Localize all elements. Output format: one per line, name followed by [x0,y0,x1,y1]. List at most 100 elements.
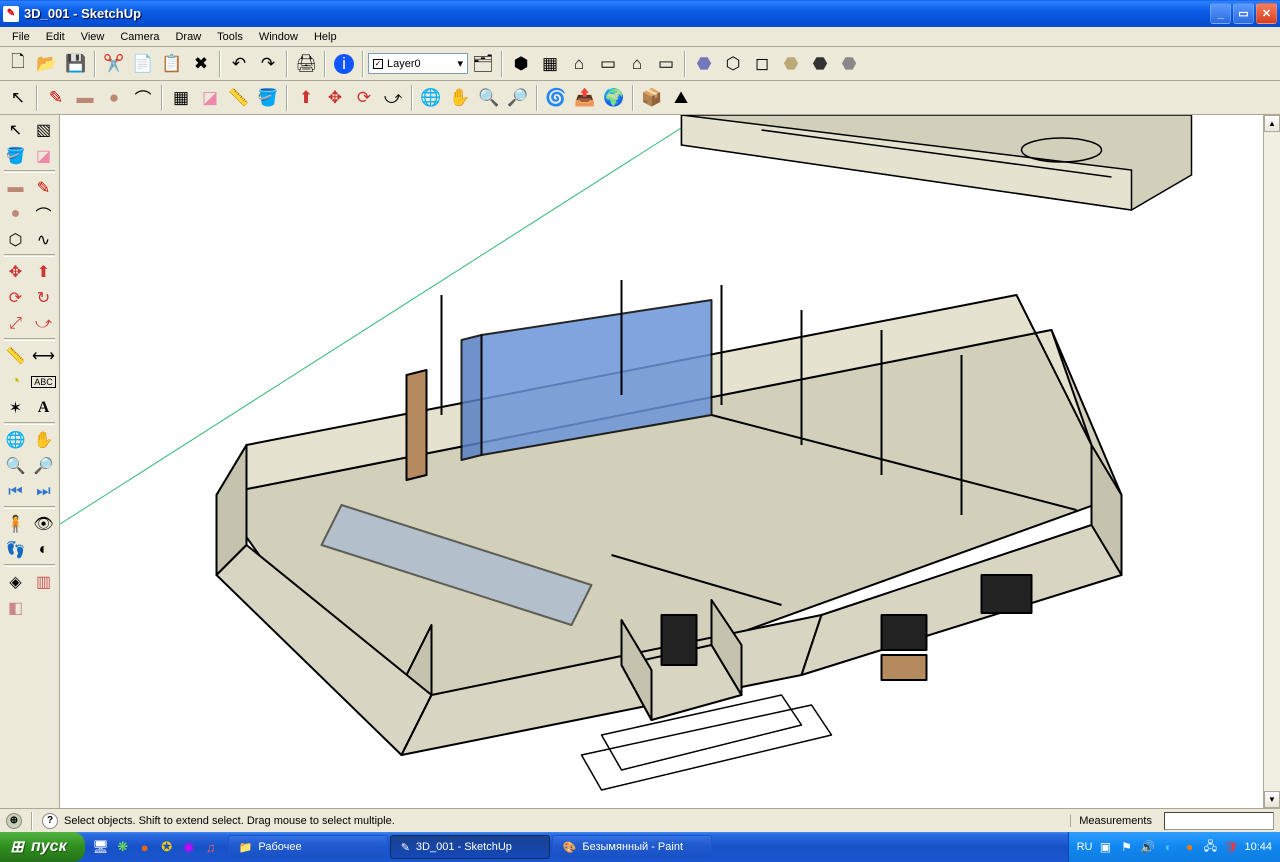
task-item-rabochee[interactable]: 📁 Рабочее [228,835,388,859]
zoom-extents-icon[interactable]: 🔎 [504,84,532,112]
get-models-icon[interactable]: 🌀 [542,84,570,112]
component-icon[interactable]: ▦ [167,84,195,112]
tray-icon-2[interactable]: ⚑ [1118,839,1134,855]
zoom-tool-icon[interactable]: 🔍 [2,453,29,478]
ql-app1-icon[interactable]: ❋ [113,836,133,858]
menu-view[interactable]: View [73,29,113,45]
text-tool-icon[interactable]: ABC [30,369,57,394]
tape-measure-icon[interactable]: 📏 [225,84,253,112]
orbit-tool-icon[interactable]: 🌐 [2,427,29,452]
follow-me-tool-icon[interactable]: ↻ [30,285,57,310]
google-earth-icon[interactable]: 🌍 [600,84,628,112]
save-file-icon[interactable]: 💾 [62,50,90,78]
show-desktop-icon[interactable]: 🖥 [91,836,111,858]
ql-app3-icon[interactable]: ✪ [157,836,177,858]
arc-tool-icon[interactable]: ⌒ [30,201,57,226]
scroll-track[interactable] [1264,132,1280,791]
offset-tool-icon[interactable]: ⤻ [30,311,57,336]
orbit-icon[interactable]: 🌐 [417,84,445,112]
menu-camera[interactable]: Camera [112,29,167,45]
menu-help[interactable]: Help [306,29,345,45]
paste-icon[interactable]: 📋 [158,50,186,78]
viewport[interactable] [60,115,1263,808]
cut-icon[interactable]: ✂️ [100,50,128,78]
menu-draw[interactable]: Draw [167,29,209,45]
menu-window[interactable]: Window [251,29,306,45]
wireframe-icon[interactable]: ⬡ [719,50,747,78]
scale-tool-icon[interactable]: ⤢ [2,311,29,336]
section-cut-icon[interactable]: ▥ [30,569,57,594]
line-icon[interactable]: ✎ [42,84,70,112]
layer-manager-icon[interactable]: 🗂 [469,50,497,78]
select-tool-icon[interactable]: ↖ [2,117,29,142]
move-icon[interactable]: ✥ [321,84,349,112]
task-item-sketchup[interactable]: ✎ 3D_001 - SketchUp [390,835,550,859]
pan-icon[interactable]: ✋ [446,84,474,112]
right-view-icon[interactable]: ▭ [594,50,622,78]
language-indicator[interactable]: RU [1077,841,1093,853]
tray-volume-icon[interactable]: 🔊 [1139,839,1155,855]
polygon-tool-icon[interactable]: ⬡ [2,227,29,252]
left-view-icon[interactable]: ▭ [652,50,680,78]
new-file-icon[interactable]: 🗋 [4,50,32,78]
axes-tool-icon[interactable]: ✶ [2,395,29,420]
hidden-line-icon[interactable]: ◻ [748,50,776,78]
circle-icon[interactable]: ● [100,84,128,112]
shaded-textures-icon[interactable]: ⬣ [777,50,805,78]
section-fill-icon[interactable]: ◧ [2,595,29,620]
model-info-icon[interactable]: i [334,54,354,74]
paint-bucket-icon[interactable]: 🪣 [254,84,282,112]
look-around-tool-icon[interactable]: 👁 [30,511,57,536]
push-pull-tool-icon[interactable]: ⬆ [30,259,57,284]
get-location-icon[interactable]: 📦 [638,84,666,112]
open-file-icon[interactable]: 📂 [33,50,61,78]
rotate-tool-icon[interactable]: ⟳ [2,285,29,310]
tape-measure-tool-icon[interactable]: 📏 [2,343,29,368]
task-item-paint[interactable]: 🎨 Безымянный - Paint [552,835,712,859]
tray-shield-icon[interactable]: 🛡 [1223,839,1239,855]
front-view-icon[interactable]: ⌂ [565,50,593,78]
rotate-icon[interactable]: ⟳ [350,84,378,112]
iso-view-icon[interactable]: ⬢ [507,50,535,78]
menu-file[interactable]: File [4,29,38,45]
ql-app5-icon[interactable]: ♫ [201,836,221,858]
copy-icon[interactable]: 📄 [129,50,157,78]
protractor-tool-icon[interactable]: ◔ [2,369,29,394]
section-plane-tool-icon[interactable]: ◐ [30,537,57,562]
geo-location-icon[interactable]: ⊕ [6,813,22,829]
ql-app4-icon[interactable]: ◉ [179,836,199,858]
measurements-input[interactable] [1164,812,1274,830]
back-view-icon[interactable]: ⌂ [623,50,651,78]
section-display-icon[interactable]: ◈ [2,569,29,594]
menu-tools[interactable]: Tools [209,29,251,45]
ql-app2-icon[interactable]: ● [135,836,155,858]
select-icon[interactable]: ↖ [4,84,32,112]
eraser-tool-icon[interactable]: ◪ [30,143,57,168]
tray-network-icon[interactable]: 🖧 [1202,839,1218,855]
undo-icon[interactable]: ↶ [225,50,253,78]
menu-edit[interactable]: Edit [38,29,73,45]
top-view-icon[interactable]: ▦ [536,50,564,78]
tray-icon-1[interactable]: ▣ [1097,839,1113,855]
3d-text-tool-icon[interactable]: A [30,395,57,420]
push-pull-icon[interactable]: ⬆ [292,84,320,112]
rectangle-icon[interactable]: ▬ [71,84,99,112]
dimension-tool-icon[interactable]: ⟷ [30,343,57,368]
xray-icon[interactable]: ⬣ [835,50,863,78]
move-tool-icon[interactable]: ✥ [2,259,29,284]
tray-icon-3[interactable]: ◐ [1160,839,1176,855]
paint-bucket-tool-icon[interactable]: 🪣 [2,143,29,168]
zoom-icon[interactable]: 🔍 [475,84,503,112]
delete-icon[interactable]: ✖ [187,50,215,78]
vertical-scrollbar[interactable]: ▲ ▼ [1263,115,1280,808]
clock[interactable]: 10:44 [1244,841,1272,853]
arc-icon[interactable]: ⌒ [129,84,157,112]
toggle-terrain-icon[interactable]: ⛰ [667,84,695,112]
next-tool-icon[interactable]: ⏭ [30,479,57,504]
minimize-button[interactable]: _ [1210,3,1231,24]
monochrome-icon[interactable]: ⬣ [806,50,834,78]
print-icon[interactable]: 🖨 [292,50,320,78]
scroll-up-icon[interactable]: ▲ [1264,115,1280,132]
share-model-icon[interactable]: 📤 [571,84,599,112]
tray-icon-4[interactable]: ● [1181,839,1197,855]
